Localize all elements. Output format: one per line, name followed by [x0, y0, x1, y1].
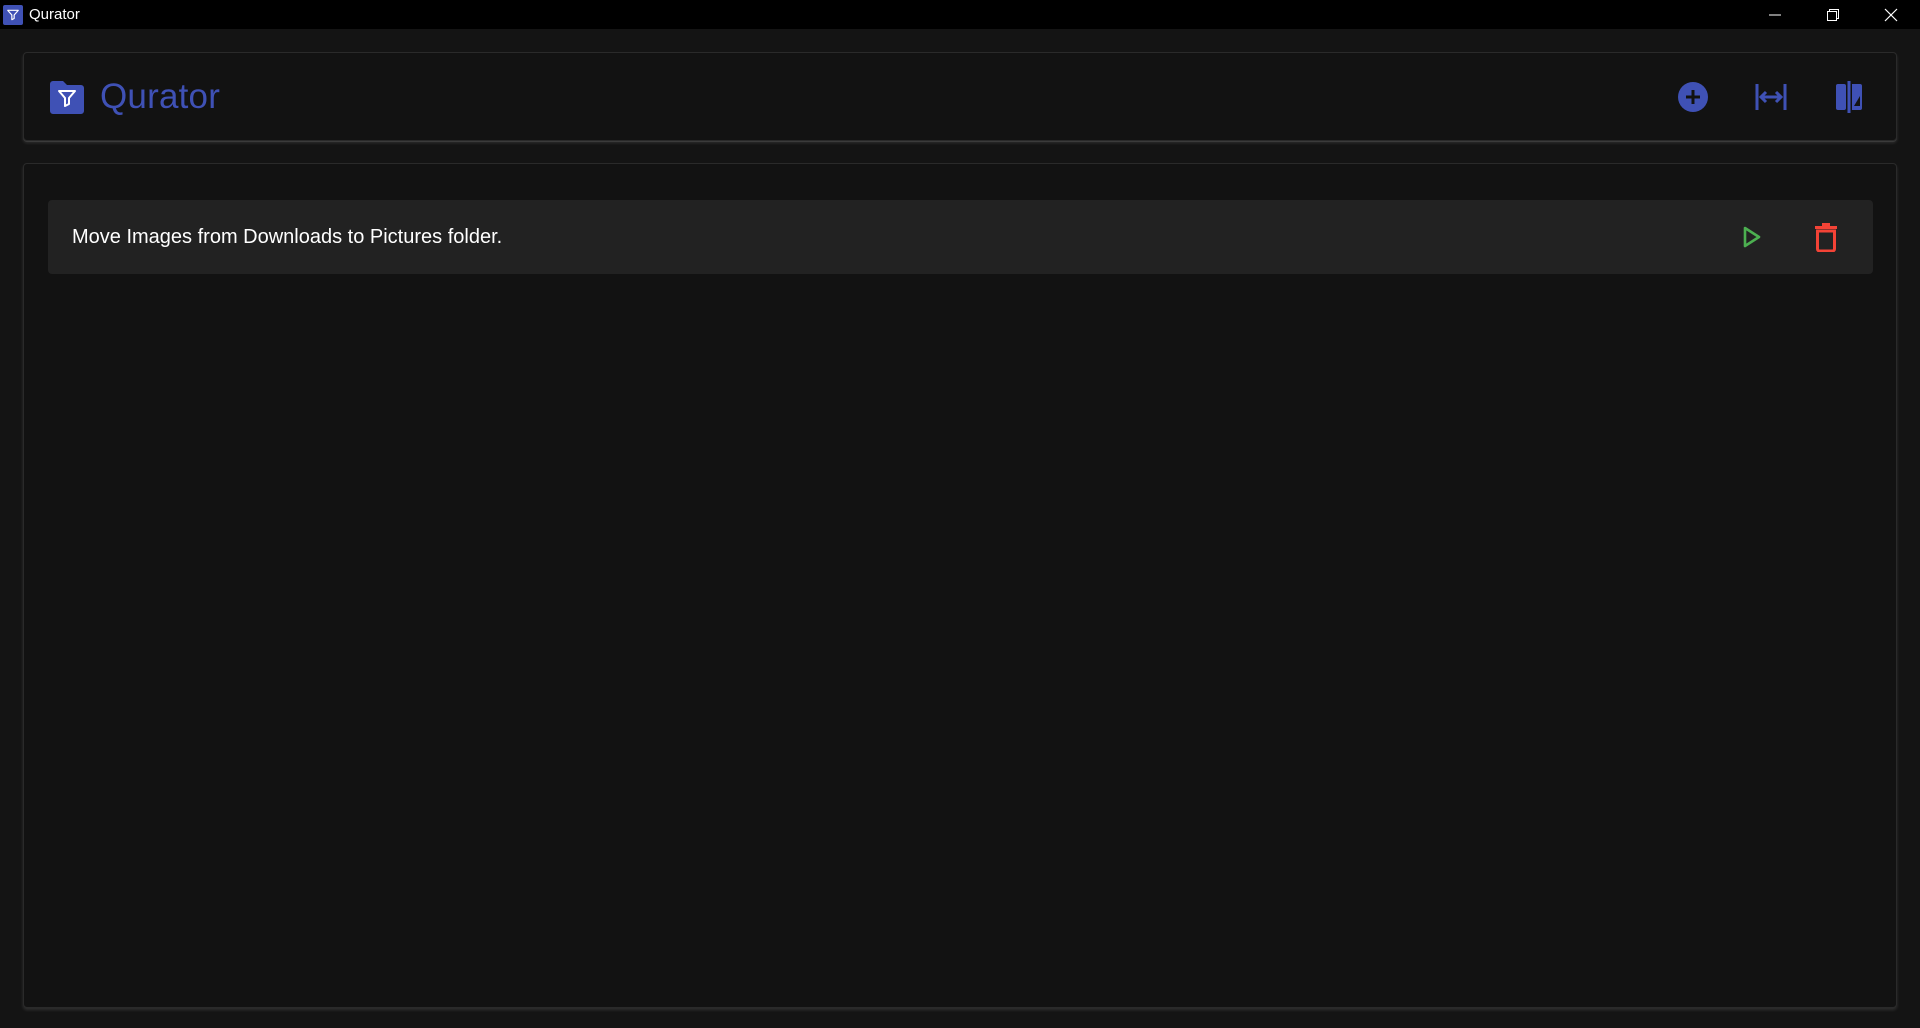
play-icon [1743, 226, 1761, 248]
window-controls [1746, 0, 1920, 29]
task-label: Move Images from Downloads to Pictures f… [72, 225, 503, 248]
delete-task-button[interactable] [1809, 220, 1843, 254]
task-actions [1735, 200, 1843, 274]
compare-button[interactable] [1832, 80, 1866, 114]
run-task-button[interactable] [1735, 220, 1769, 254]
header-actions [1676, 77, 1866, 117]
brand: Qurator [48, 77, 220, 117]
minimize-button[interactable] [1746, 0, 1804, 29]
task-row: Move Images from Downloads to Pictures f… [48, 200, 1873, 274]
app-logo-icon [3, 4, 23, 25]
fit-width-icon [1755, 84, 1787, 110]
add-circle-icon [1678, 82, 1708, 112]
minimize-icon [1769, 14, 1781, 15]
app-title: Qurator [100, 77, 221, 116]
close-button[interactable] [1862, 0, 1920, 29]
header-card: Qurator [23, 52, 1897, 141]
close-icon [1884, 8, 1898, 21]
add-task-button[interactable] [1676, 80, 1710, 114]
fit-width-button[interactable] [1754, 80, 1788, 114]
trash-icon [1815, 223, 1837, 252]
window-titlebar: Qurator [0, 0, 1920, 29]
restore-icon [1827, 8, 1839, 21]
compare-icon [1836, 81, 1862, 113]
folder-filter-icon [50, 81, 84, 114]
restore-button[interactable] [1804, 0, 1862, 29]
tasks-panel: Move Images from Downloads to Pictures f… [23, 163, 1897, 1008]
window-title: Qurator [29, 6, 80, 23]
